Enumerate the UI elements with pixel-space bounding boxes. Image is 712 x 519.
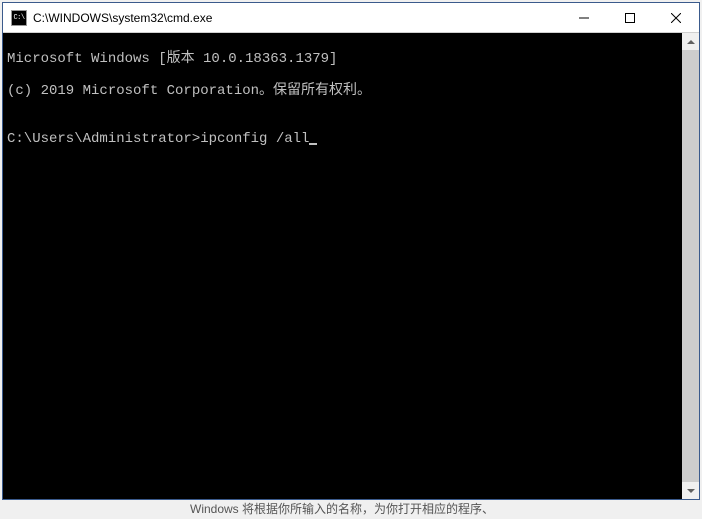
chevron-up-icon (687, 40, 695, 44)
chevron-down-icon (687, 489, 695, 493)
console-line-copyright: (c) 2019 Microsoft Corporation。保留所有权利。 (7, 83, 678, 99)
close-button[interactable] (653, 3, 699, 32)
console-content[interactable]: Microsoft Windows [版本 10.0.18363.1379] (… (3, 33, 682, 499)
cursor-icon (309, 143, 317, 145)
console-line-version: Microsoft Windows [版本 10.0.18363.1379] (7, 51, 678, 67)
maximize-icon (625, 13, 635, 23)
console-prompt-line: C:\Users\Administrator>ipconfig /all (7, 131, 678, 147)
scroll-track[interactable] (682, 50, 699, 482)
scroll-thumb[interactable] (682, 50, 699, 482)
close-icon (671, 13, 681, 23)
maximize-button[interactable] (607, 3, 653, 32)
vertical-scrollbar[interactable] (682, 33, 699, 499)
background-hint-text: Windows 将根据你所输入的名称，为你打开相应的程序、 (190, 500, 494, 517)
cmd-icon-text: C:\ (13, 14, 24, 22)
cmd-icon: C:\ (11, 10, 27, 26)
window-controls (561, 3, 699, 32)
console-command: ipconfig /all (200, 131, 309, 147)
background-window-edge (702, 0, 712, 519)
console-area[interactable]: Microsoft Windows [版本 10.0.18363.1379] (… (3, 33, 699, 499)
scroll-up-button[interactable] (682, 33, 699, 50)
scroll-down-button[interactable] (682, 482, 699, 499)
cmd-window: C:\ C:\WINDOWS\system32\cmd.exe Microsof… (2, 2, 700, 500)
window-title: C:\WINDOWS\system32\cmd.exe (33, 11, 561, 25)
titlebar[interactable]: C:\ C:\WINDOWS\system32\cmd.exe (3, 3, 699, 33)
console-prompt: C:\Users\Administrator> (7, 131, 200, 147)
minimize-button[interactable] (561, 3, 607, 32)
minimize-icon (579, 13, 589, 23)
